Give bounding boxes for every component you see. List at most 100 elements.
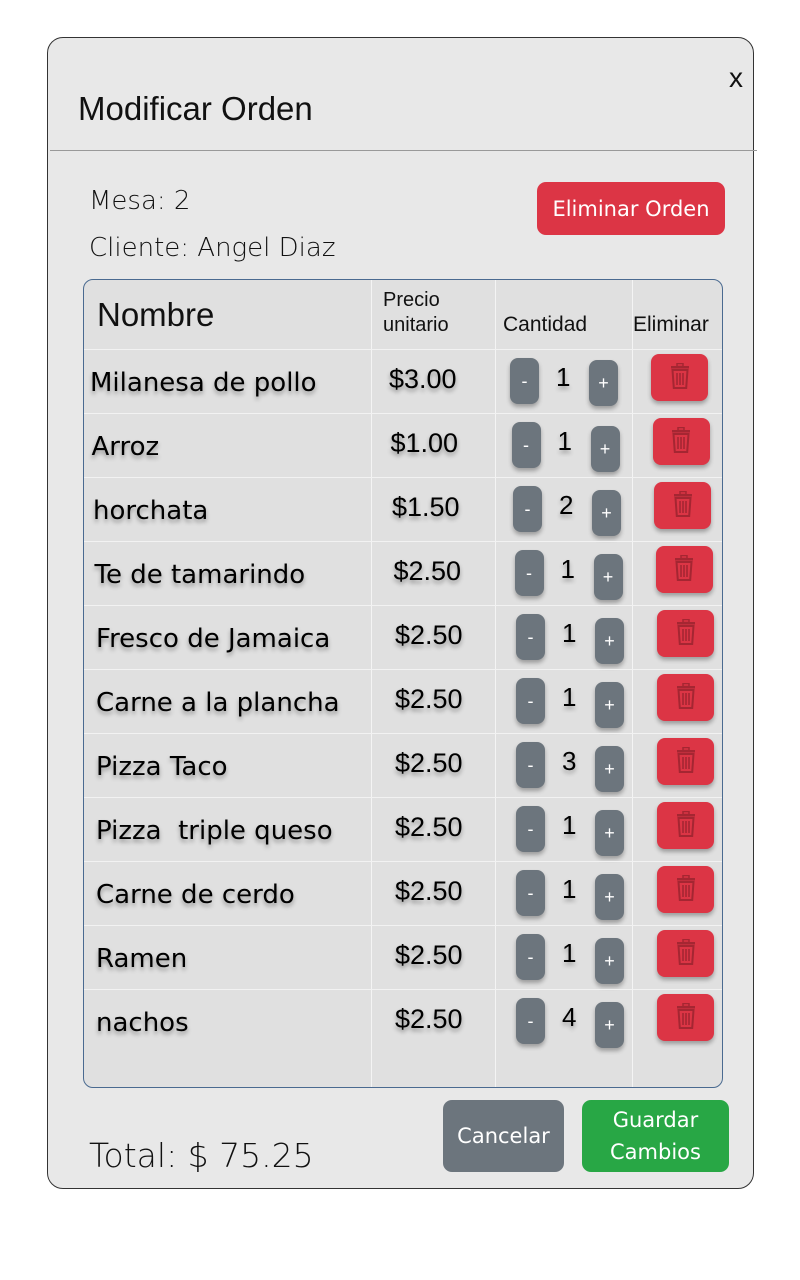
delete-item-button[interactable] (657, 674, 714, 721)
item-quantity: 1 (562, 682, 577, 712)
decrease-quantity-button[interactable]: - (516, 870, 545, 916)
table-row: Te de tamarindo $2.50 - 1 + (84, 541, 722, 605)
item-quantity: 1 (562, 810, 577, 840)
order-items-table: Nombre Precio unitario Cantidad Eliminar… (83, 279, 723, 1088)
item-unit-price: $3.00 (389, 364, 457, 394)
table-row: Fresco de Jamaica $2.50 - 1 + (84, 605, 722, 669)
table-row: Ramen $2.50 - 1 + (84, 925, 722, 989)
header-divider (50, 150, 757, 151)
delete-item-button[interactable] (657, 738, 714, 785)
delete-item-button[interactable] (652, 418, 710, 465)
increase-quantity-button[interactable]: + (590, 426, 620, 472)
increase-quantity-button[interactable]: + (595, 1002, 624, 1048)
decrease-quantity-button[interactable]: - (516, 806, 545, 852)
item-name: Carne de cerdo (96, 880, 295, 910)
item-unit-price: $2.50 (395, 620, 463, 650)
header-price: Precio unitario (383, 288, 449, 338)
trash-icon (670, 426, 692, 456)
item-quantity: 2 (559, 490, 574, 520)
delete-order-button[interactable]: Eliminar Orden (537, 182, 725, 235)
delete-item-button[interactable] (657, 930, 714, 977)
item-quantity: 1 (557, 426, 572, 456)
item-unit-price: $1.50 (392, 492, 460, 522)
table-row: Carne de cerdo $2.50 - 1 + (84, 861, 722, 925)
delete-item-button[interactable] (657, 802, 714, 849)
header-price-line1: Precio (383, 289, 440, 311)
order-total: Total: $ 75.25 (89, 1136, 314, 1175)
trash-icon (675, 746, 697, 776)
item-unit-price: $2.50 (395, 876, 463, 906)
item-quantity: 1 (556, 362, 571, 392)
item-quantity: 1 (562, 618, 577, 648)
decrease-quantity-button[interactable]: - (516, 678, 545, 724)
decrease-quantity-button[interactable]: - (511, 422, 541, 468)
item-name: Carne a la plancha (96, 688, 340, 718)
delete-item-button[interactable] (657, 994, 714, 1041)
item-name: Te de tamarindo (94, 560, 306, 590)
item-name: Pizza triple queso (96, 816, 333, 846)
increase-quantity-button[interactable]: + (595, 874, 624, 920)
modal-title: Modificar Orden (78, 90, 313, 127)
decrease-quantity-button[interactable]: - (516, 742, 545, 788)
increase-quantity-button[interactable]: + (595, 618, 624, 664)
table-row: nachos $2.50 - 4 + (84, 989, 722, 1053)
header-quantity: Cantidad (503, 313, 588, 336)
delete-item-button[interactable] (657, 866, 714, 913)
trash-icon (675, 874, 697, 904)
decrease-quantity-button[interactable]: - (513, 486, 542, 532)
item-unit-price: $2.50 (395, 684, 463, 714)
table-row: Carne a la plancha $2.50 - 1 + (84, 669, 722, 733)
delete-item-button[interactable] (655, 546, 713, 593)
header-price-line2: unitario (383, 314, 449, 336)
item-name: Arroz (91, 432, 160, 462)
trash-icon (669, 362, 691, 392)
delete-item-button[interactable] (657, 610, 714, 657)
table-number: Mesa: 2 (89, 186, 191, 216)
table-row: Milanesa de pollo $3.00 - 1 + (84, 349, 722, 413)
client-name: Cliente: Angel Diaz (89, 233, 336, 263)
item-name: Milanesa de pollo (90, 368, 317, 398)
decrease-quantity-button[interactable]: - (514, 550, 544, 596)
increase-quantity-button[interactable]: + (595, 682, 624, 728)
trash-icon (672, 490, 694, 520)
trash-icon (675, 1002, 697, 1032)
item-unit-price: $1.00 (390, 428, 459, 458)
decrease-quantity-button[interactable]: - (510, 358, 539, 404)
decrease-quantity-button[interactable]: - (516, 614, 545, 660)
save-changes-button[interactable]: Guardar Cambios (582, 1100, 729, 1172)
close-button[interactable]: x (729, 62, 743, 94)
delete-item-button[interactable] (654, 482, 711, 529)
table-row: Arroz $1.00 - 1 + (84, 413, 722, 477)
item-name: Ramen (96, 944, 188, 974)
modify-order-modal: Modificar Orden x Mesa: 2 Cliente: Angel… (47, 37, 757, 1189)
table-row: Pizza triple queso $2.50 - 1 + (84, 797, 722, 861)
trash-icon (673, 554, 695, 584)
item-unit-price: $2.50 (395, 812, 463, 842)
item-unit-price: $2.50 (395, 1004, 463, 1034)
cancel-button[interactable]: Cancelar (443, 1100, 564, 1172)
item-unit-price: $2.50 (393, 556, 462, 586)
table-row: horchata $1.50 - 2 + (84, 477, 722, 541)
item-quantity: 1 (562, 874, 577, 904)
decrease-quantity-button[interactable]: - (516, 998, 545, 1044)
item-unit-price: $2.50 (395, 748, 463, 778)
item-quantity: 1 (560, 554, 575, 584)
item-name: Fresco de Jamaica (96, 624, 331, 654)
trash-icon (675, 618, 697, 648)
increase-quantity-button[interactable]: + (592, 490, 621, 536)
item-unit-price: $2.50 (395, 940, 463, 970)
delete-item-button[interactable] (651, 354, 708, 401)
header-name: Nombre (97, 296, 215, 333)
increase-quantity-button[interactable]: + (595, 810, 624, 856)
increase-quantity-button[interactable]: + (595, 938, 624, 984)
item-quantity: 3 (562, 746, 577, 776)
table-row: Pizza Taco $2.50 - 3 + (84, 733, 722, 797)
item-quantity: 1 (562, 938, 577, 968)
trash-icon (675, 938, 697, 968)
increase-quantity-button[interactable]: + (595, 746, 624, 792)
header-delete: Eliminar (633, 313, 709, 336)
increase-quantity-button[interactable]: + (593, 554, 623, 600)
item-name: nachos (96, 1008, 189, 1038)
increase-quantity-button[interactable]: + (589, 360, 618, 406)
decrease-quantity-button[interactable]: - (516, 934, 545, 980)
